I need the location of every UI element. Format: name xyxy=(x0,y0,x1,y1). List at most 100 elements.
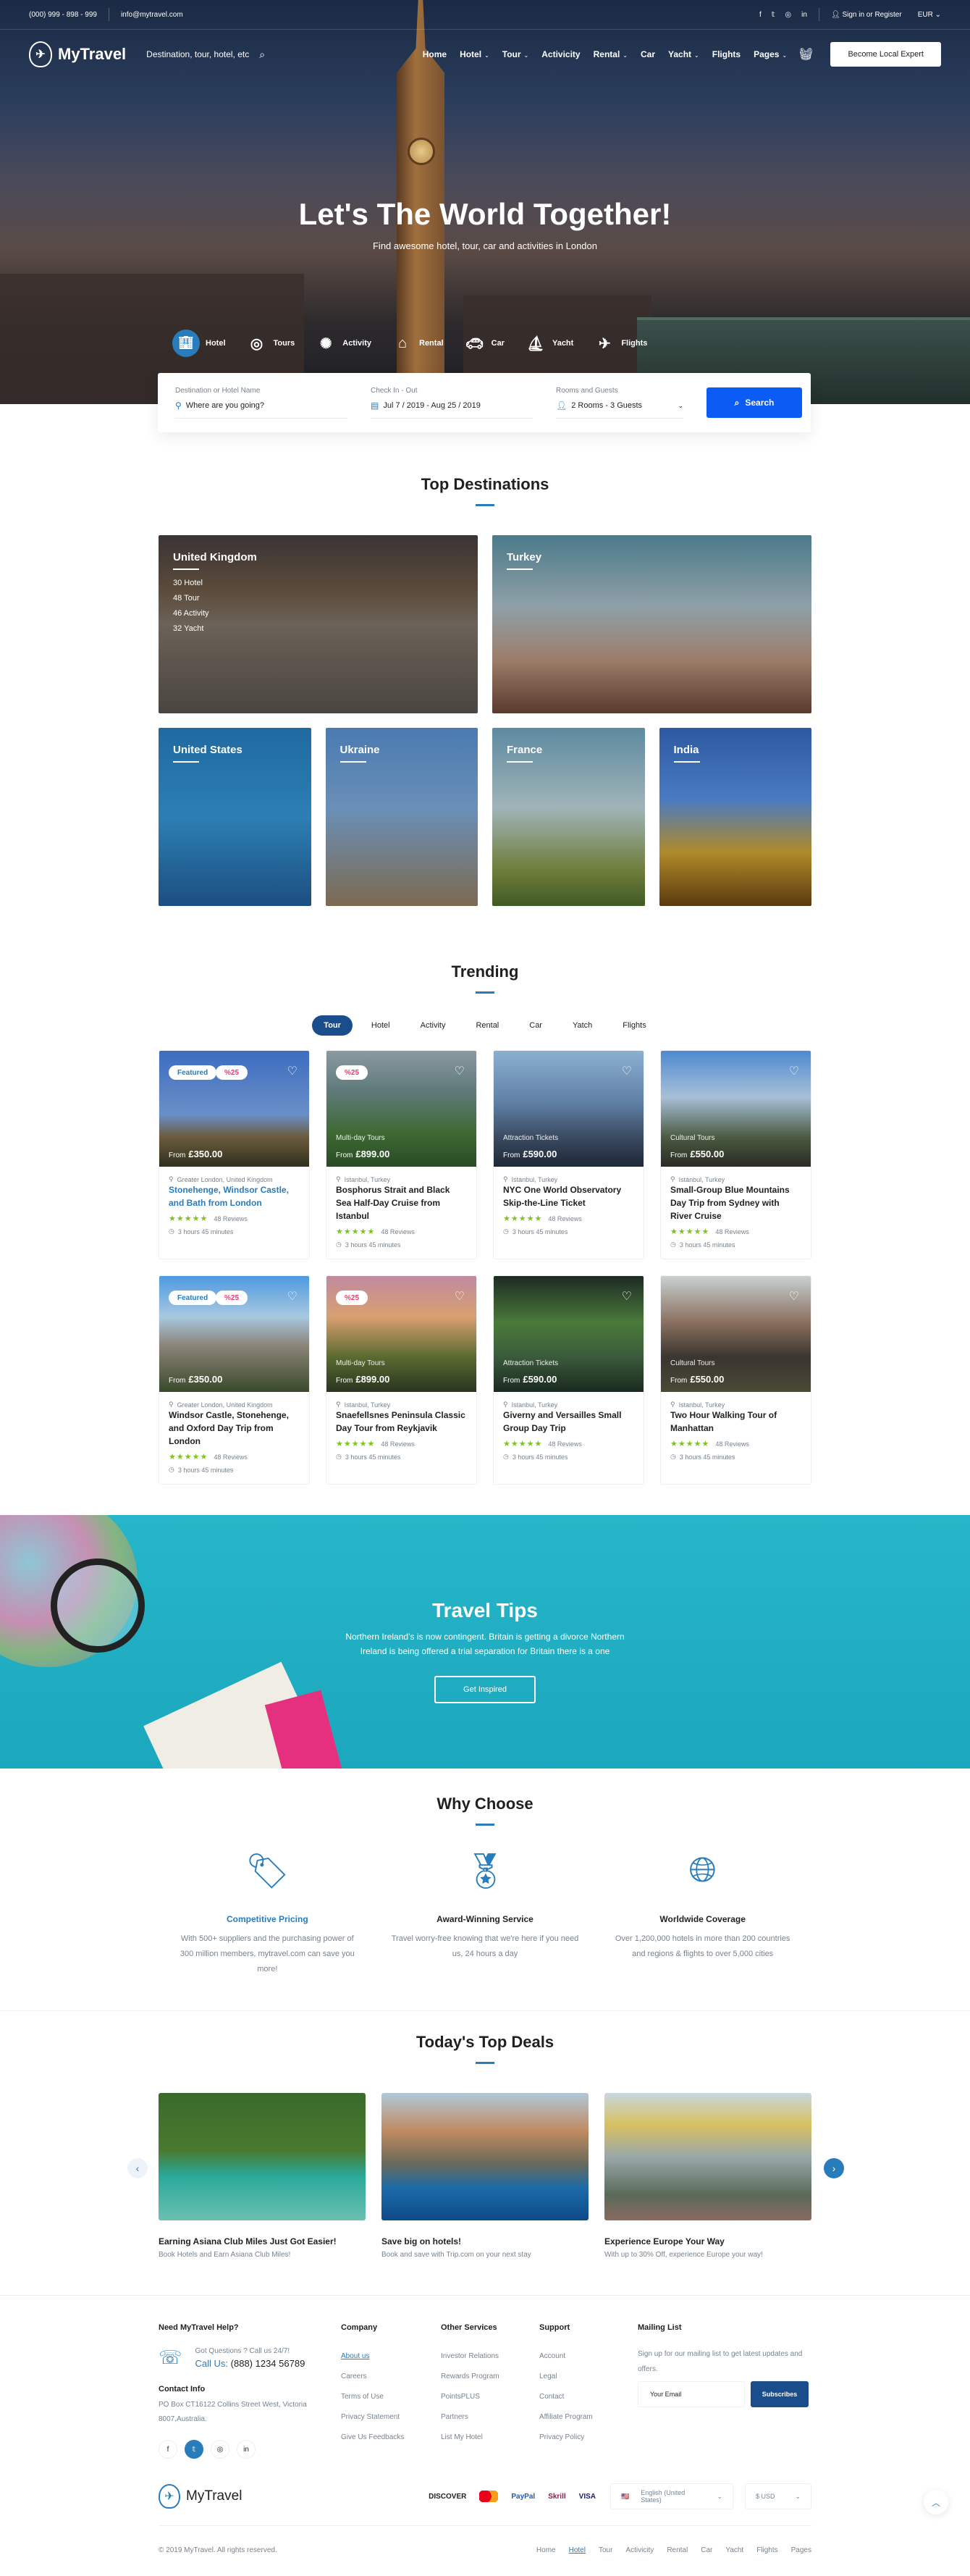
search-button[interactable]: ⌕ Search xyxy=(707,387,802,418)
tab-tours[interactable]: ◎ Tours xyxy=(246,335,295,353)
call-number-link[interactable]: (888) 1234 56789 xyxy=(231,2358,305,2369)
trending-tab-yatch[interactable]: Yatch xyxy=(561,1015,604,1036)
search-icon[interactable]: ⌕ xyxy=(259,49,265,61)
carousel-prev-button[interactable]: ‹ xyxy=(127,2158,148,2178)
trending-card[interactable]: ♡ Cultural Tours From £550.00 ⚲ Istanbul, Tur… xyxy=(660,1275,811,1485)
tab-activity[interactable]: ✺ Activity xyxy=(315,335,371,353)
footer-link[interactable]: Terms of Use xyxy=(341,2387,441,2407)
guests-field[interactable]: Rooms and Guests 👤︎ 2 Rooms - 3 Guests ⌄ xyxy=(547,387,692,419)
card-title[interactable]: Small-Group Blue Mountains Day Trip from… xyxy=(670,1185,790,1221)
footer-nav-activicity[interactable]: Activicity xyxy=(625,2546,654,2554)
footer-link[interactable]: Privacy Statement xyxy=(341,2407,441,2428)
destination-input[interactable]: Where are you going? xyxy=(186,401,264,410)
cart-icon[interactable]: 🧺︎ xyxy=(798,47,813,62)
card-title[interactable]: Stonehenge, Windsor Castle, and Bath fro… xyxy=(169,1185,289,1208)
trending-tab-rental[interactable]: Rental xyxy=(464,1015,510,1036)
currency-dropdown[interactable]: EUR ⌄ xyxy=(918,11,941,19)
destination-field[interactable]: Destination or Hotel Name ⚲ Where are you… xyxy=(166,387,356,419)
deal-card[interactable]: Experience Europe Your Way With up to 30%… xyxy=(604,2093,811,2259)
trending-card[interactable]: ♡ Attraction Tickets From £590.00 ⚲ Istanbul,… xyxy=(493,1050,644,1259)
trending-card[interactable]: ♡ Attraction Tickets From £590.00 ⚲ Istanbul,… xyxy=(493,1275,644,1485)
linkedin-icon[interactable]: in xyxy=(801,11,807,19)
footer-link[interactable]: Account xyxy=(539,2346,638,2367)
trending-card[interactable]: ♡ Cultural Tours From £550.00 ⚲ Istanbul, Tur… xyxy=(660,1050,811,1259)
footer-link[interactable]: Affiliate Program xyxy=(539,2407,638,2428)
nav-item-activicity[interactable]: Activicity xyxy=(541,49,580,59)
trending-tab-activity[interactable]: Activity xyxy=(409,1015,457,1036)
linkedin-icon[interactable]: in xyxy=(237,2440,256,2459)
nav-item-yacht[interactable]: Yacht ⌄ xyxy=(668,49,699,59)
dates-input[interactable]: Jul 7 / 2019 - Aug 25 / 2019 xyxy=(383,401,481,410)
heart-icon[interactable]: ♡ xyxy=(789,1064,799,1078)
dates-field[interactable]: Check In - Out ▤ Jul 7 / 2019 - Aug 25 / … xyxy=(362,387,541,419)
card-title[interactable]: Two Hour Walking Tour of Manhattan xyxy=(670,1410,777,1433)
footer-logo[interactable]: ✈ MyTravel xyxy=(159,2484,242,2509)
tab-flights[interactable]: ✈ Flights xyxy=(594,335,647,353)
footer-link[interactable]: PointsPLUS xyxy=(441,2387,539,2407)
become-local-expert-button[interactable]: Become Local Expert xyxy=(830,42,941,67)
twitter-icon[interactable]: 𝕥 xyxy=(185,2440,203,2459)
footer-link[interactable]: Give Us Feedbacks xyxy=(341,2428,441,2448)
brand-logo[interactable]: ✈ MyTravel xyxy=(29,41,126,67)
nav-item-home[interactable]: Home xyxy=(423,49,447,59)
get-inspired-button[interactable]: Get Inspired xyxy=(434,1676,536,1703)
footer-nav-yacht[interactable]: Yacht xyxy=(725,2546,743,2554)
facebook-icon[interactable]: f xyxy=(159,2440,177,2459)
footer-nav-car[interactable]: Car xyxy=(701,2546,712,2554)
tab-car[interactable]: 🚗︎ Car xyxy=(464,335,505,353)
footer-nav-flights[interactable]: Flights xyxy=(756,2546,777,2554)
guests-select[interactable]: 2 Rooms - 3 Guests xyxy=(571,401,642,410)
email-link[interactable]: info@mytravel.com xyxy=(121,11,183,19)
tab-rental[interactable]: ⌂ Rental xyxy=(392,335,444,352)
destination-card-france[interactable]: France xyxy=(492,728,645,906)
email-input[interactable]: Your Email xyxy=(638,2381,745,2407)
destination-card-turkey[interactable]: Turkey xyxy=(492,535,811,713)
heart-icon[interactable]: ♡ xyxy=(287,1289,298,1304)
sign-in-link[interactable]: 👤︎ Sign in or Register xyxy=(831,11,902,19)
tab-yacht[interactable]: ⛵︎ Yacht xyxy=(525,335,573,353)
nav-item-rental[interactable]: Rental ⌄ xyxy=(594,49,628,59)
heart-icon[interactable]: ♡ xyxy=(622,1289,632,1304)
trending-tab-car[interactable]: Car xyxy=(518,1015,554,1036)
footer-link[interactable]: Careers xyxy=(341,2367,441,2387)
footer-nav-hotel[interactable]: Hotel xyxy=(569,2546,586,2554)
carousel-next-button[interactable]: › xyxy=(824,2158,844,2178)
subscribe-button[interactable]: Subscribes xyxy=(751,2381,809,2407)
deal-card[interactable]: Earning Asiana Club Miles Just Got Easie… xyxy=(159,2093,366,2259)
heart-icon[interactable]: ♡ xyxy=(789,1289,799,1304)
heart-icon[interactable]: ♡ xyxy=(455,1064,465,1078)
trending-tab-flights[interactable]: Flights xyxy=(611,1015,657,1036)
card-title[interactable]: Snaefellsnes Peninsula Classic Day Tour … xyxy=(336,1410,465,1433)
tab-hotel[interactable]: 🏢︎ Hotel xyxy=(172,330,226,357)
card-title[interactable]: Bosphorus Strait and Black Sea Half-Day … xyxy=(336,1185,450,1221)
footer-nav-pages[interactable]: Pages xyxy=(791,2546,811,2554)
footer-link[interactable]: Rewards Program xyxy=(441,2367,539,2387)
nav-item-car[interactable]: Car xyxy=(641,49,655,59)
nav-item-tour[interactable]: Tour ⌄ xyxy=(502,49,528,59)
footer-nav-rental[interactable]: Rental xyxy=(667,2546,688,2554)
nav-search[interactable]: Destination, tour, hotel, etc ⌕ xyxy=(146,49,265,61)
footer-link[interactable]: Contact xyxy=(539,2387,638,2407)
nav-item-flights[interactable]: Flights xyxy=(712,49,741,59)
instagram-icon[interactable]: ◎ xyxy=(211,2440,229,2459)
instagram-icon[interactable]: ◎ xyxy=(785,11,791,19)
trending-card[interactable]: %25 ♡ Multi-day Tours From £899.00 ⚲ Istanbul,… xyxy=(326,1050,477,1259)
footer-link[interactable]: About us xyxy=(341,2346,441,2367)
destination-card-india[interactable]: India xyxy=(659,728,811,906)
footer-nav-tour[interactable]: Tour xyxy=(599,2546,612,2554)
footer-link[interactable]: Investor Relations xyxy=(441,2346,539,2367)
back-to-top-button[interactable]: ︿ xyxy=(924,2490,948,2514)
card-title[interactable]: NYC One World Observatory Skip-the-Line … xyxy=(503,1185,621,1208)
facebook-icon[interactable]: f xyxy=(759,11,762,19)
footer-link[interactable]: Privacy Policy xyxy=(539,2428,638,2448)
destination-card-united-states[interactable]: United States xyxy=(159,728,311,906)
heart-icon[interactable]: ♡ xyxy=(622,1064,632,1078)
heart-icon[interactable]: ♡ xyxy=(287,1064,298,1078)
currency-select[interactable]: $ USD ⌄ xyxy=(745,2483,811,2509)
nav-item-hotel[interactable]: Hotel ⌄ xyxy=(460,49,489,59)
card-title[interactable]: Giverny and Versailles Small Group Day T… xyxy=(503,1410,621,1433)
footer-link[interactable]: List My Hotel xyxy=(441,2428,539,2448)
trending-card[interactable]: Featured %25 ♡ From £350.00 ⚲ Greater London, … xyxy=(159,1275,310,1485)
trending-card[interactable]: Featured %25 ♡ From £350.00 ⚲ Greater London, … xyxy=(159,1050,310,1259)
footer-nav-home[interactable]: Home xyxy=(536,2546,556,2554)
